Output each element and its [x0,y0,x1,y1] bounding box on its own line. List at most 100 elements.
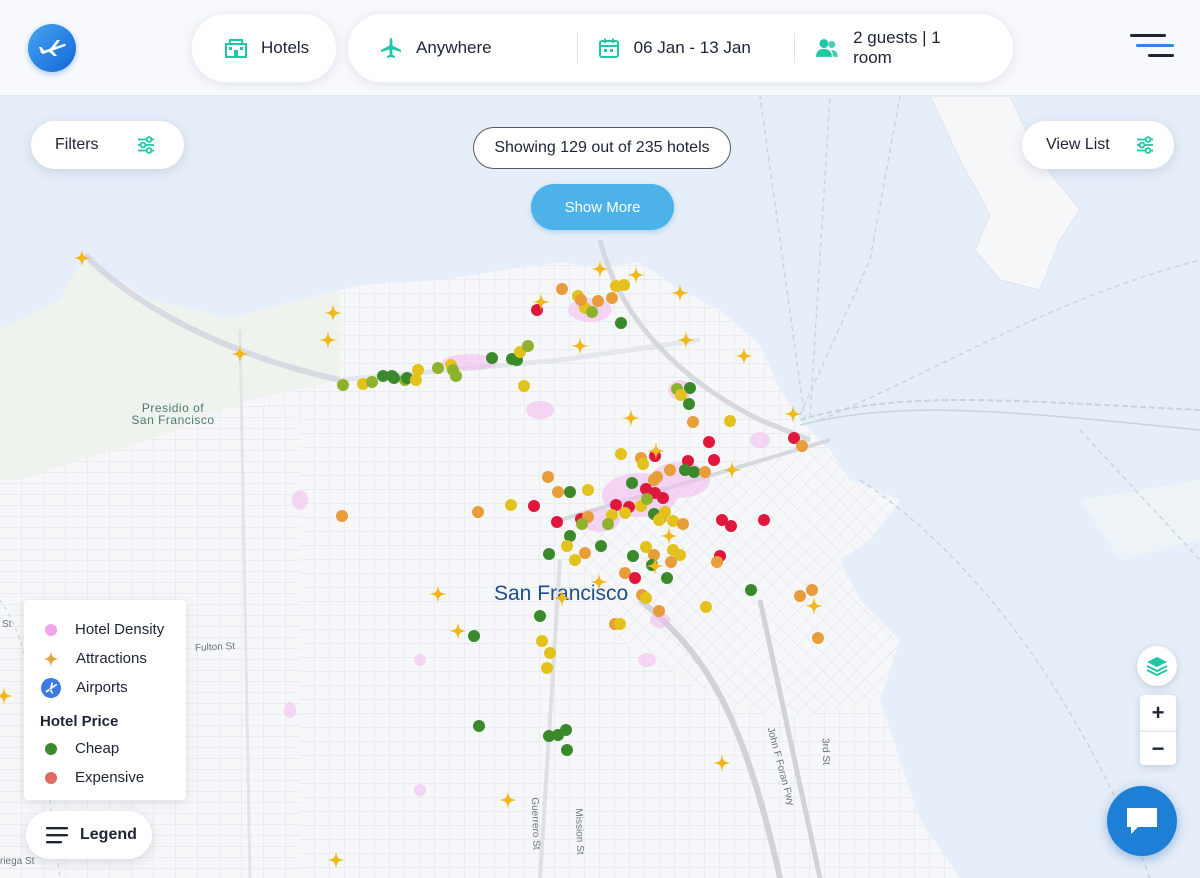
hotel-marker[interactable] [627,550,639,562]
attraction-star-icon[interactable] [723,461,741,479]
hotel-marker[interactable] [412,364,424,376]
attraction-star-icon[interactable] [735,347,753,365]
hotel-marker[interactable] [758,514,770,526]
hotel-marker[interactable] [536,635,548,647]
attraction-star-icon[interactable] [231,345,249,363]
dates-field[interactable]: 06 Jan - 13 Jan [578,14,795,82]
hotel-marker[interactable] [618,279,630,291]
hotel-marker[interactable] [534,610,546,622]
hotel-marker[interactable] [468,630,480,642]
hotel-marker[interactable] [806,584,818,596]
hotel-marker[interactable] [592,295,604,307]
hotel-marker[interactable] [337,379,349,391]
hotel-marker[interactable] [602,518,614,530]
show-more-button[interactable]: Show More [531,184,674,230]
hotel-marker[interactable] [615,448,627,460]
zoom-in-button[interactable]: + [1140,695,1176,731]
hotel-marker[interactable] [541,662,553,674]
hotel-marker[interactable] [366,376,378,388]
hotel-marker[interactable] [687,416,699,428]
hotel-marker[interactable] [528,500,540,512]
hotel-marker[interactable] [556,283,568,295]
attraction-star-icon[interactable] [327,851,345,869]
attraction-star-icon[interactable] [805,597,823,615]
hotel-marker[interactable] [619,507,631,519]
hotel-marker[interactable] [794,590,806,602]
attraction-star-icon[interactable] [499,791,517,809]
hotel-marker[interactable] [653,514,665,526]
hotel-marker[interactable] [522,340,534,352]
hotel-marker[interactable] [486,352,498,364]
attraction-star-icon[interactable] [590,573,608,591]
hotel-marker[interactable] [579,547,591,559]
attraction-star-icon[interactable] [0,687,13,705]
legend-toggle-button[interactable]: Legend [26,811,152,859]
hotel-marker[interactable] [688,466,700,478]
hotel-marker[interactable] [410,374,422,386]
hotel-marker[interactable] [586,306,598,318]
hotel-marker[interactable] [561,744,573,756]
destination-field[interactable]: Anywhere [348,14,577,82]
hotel-marker[interactable] [677,518,689,530]
hotel-marker[interactable] [575,294,587,306]
airplane-logo-icon[interactable] [28,24,76,72]
attraction-star-icon[interactable] [553,589,571,607]
hotel-marker[interactable] [725,520,737,532]
hotel-marker[interactable] [614,618,626,630]
attraction-star-icon[interactable] [319,331,337,349]
hotel-marker[interactable] [661,572,673,584]
hotel-marker[interactable] [542,471,554,483]
hotel-marker[interactable] [724,415,736,427]
hotel-marker[interactable] [641,493,653,505]
hotel-marker[interactable] [711,556,723,568]
hotel-marker[interactable] [637,458,649,470]
hotel-marker[interactable] [653,605,665,617]
hotel-marker[interactable] [569,554,581,566]
hotel-marker[interactable] [648,549,660,561]
hotel-marker[interactable] [472,506,484,518]
attraction-star-icon[interactable] [627,266,645,284]
hotel-marker[interactable] [551,516,563,528]
hotel-marker[interactable] [432,362,444,374]
hotel-marker[interactable] [700,601,712,613]
hotel-marker[interactable] [651,471,663,483]
hotel-marker[interactable] [473,720,485,732]
view-list-button[interactable]: View List [1022,121,1174,169]
hotel-marker[interactable] [388,372,400,384]
attraction-star-icon[interactable] [660,527,678,545]
hotel-marker[interactable] [450,370,462,382]
attraction-star-icon[interactable] [73,249,91,267]
attraction-star-icon[interactable] [591,260,609,278]
hotel-marker[interactable] [606,292,618,304]
hotel-marker[interactable] [683,398,695,410]
attraction-star-icon[interactable] [713,754,731,772]
hotel-marker[interactable] [561,540,573,552]
hotel-marker[interactable] [675,389,687,401]
hotel-marker[interactable] [576,518,588,530]
search-bar[interactable]: Anywhere 06 Jan - 13 Jan 2 guests | 1 ro [347,13,1014,83]
hamburger-menu-icon[interactable] [1130,34,1174,60]
hotel-marker[interactable] [699,466,711,478]
hotel-marker[interactable] [518,380,530,392]
hotel-marker[interactable] [552,486,564,498]
hotel-marker[interactable] [543,548,555,560]
attraction-star-icon[interactable] [449,622,467,640]
hotel-marker[interactable] [626,477,638,489]
hotel-marker[interactable] [564,486,576,498]
attraction-star-icon[interactable] [429,585,447,603]
attraction-star-icon[interactable] [646,557,664,575]
layers-button[interactable] [1137,646,1177,686]
attraction-star-icon[interactable] [677,331,695,349]
guests-field[interactable]: 2 guests | 1 room [795,14,1013,82]
hotel-marker[interactable] [664,464,676,476]
attraction-star-icon[interactable] [784,405,802,423]
hotel-marker[interactable] [544,647,556,659]
hotel-marker[interactable] [595,540,607,552]
hotel-marker[interactable] [582,484,594,496]
hotel-marker[interactable] [657,492,669,504]
hotel-marker[interactable] [665,556,677,568]
attraction-star-icon[interactable] [571,337,589,355]
hotel-marker[interactable] [796,440,808,452]
hotel-marker[interactable] [745,584,757,596]
hotel-marker[interactable] [505,499,517,511]
